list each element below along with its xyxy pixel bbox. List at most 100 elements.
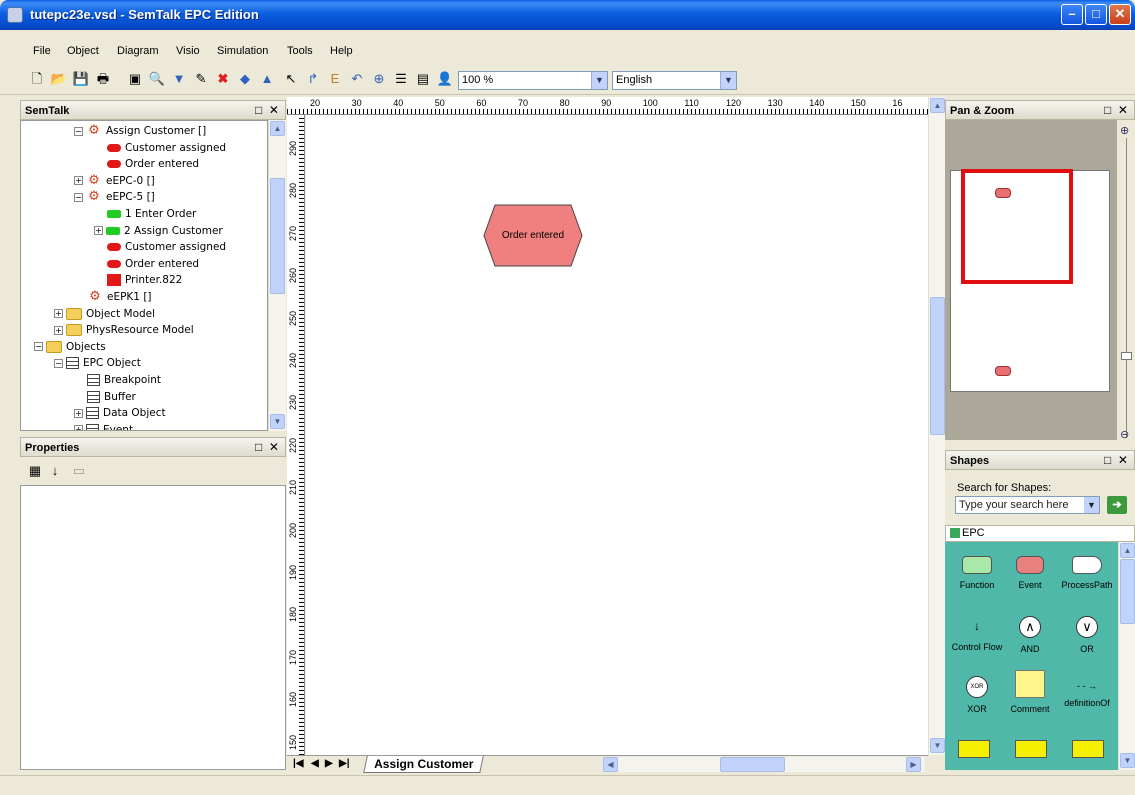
close-button[interactable]: ✕: [1109, 4, 1131, 25]
last-page-icon[interactable]: ▶|: [339, 758, 350, 769]
new-icon[interactable]: 🗋: [28, 70, 46, 88]
zoom-out-icon[interactable]: ⊖: [1120, 428, 1129, 441]
align-icon[interactable]: ☰: [392, 70, 410, 88]
collapse-icon[interactable]: −: [34, 342, 43, 352]
scroll-thumb[interactable]: [1120, 559, 1135, 624]
menu-help[interactable]: Help: [330, 45, 353, 57]
drawing-canvas[interactable]: Order entered: [306, 115, 928, 755]
property-pages-icon[interactable]: ▭: [70, 462, 88, 480]
scroll-right-icon[interactable]: ▶: [906, 757, 921, 772]
tree-item[interactable]: 1 Enter Order: [107, 206, 196, 222]
previous-page-icon[interactable]: ◀: [311, 758, 319, 769]
tree-item[interactable]: Customer assigned: [107, 140, 226, 156]
expand-icon[interactable]: +: [94, 226, 103, 236]
tree-item[interactable]: + Event: [74, 422, 133, 430]
scroll-up-icon[interactable]: ▲: [930, 98, 945, 113]
categorized-icon[interactable]: ▦: [26, 462, 44, 480]
next-page-icon[interactable]: ▶: [325, 758, 333, 769]
tree-item[interactable]: + Object Model: [54, 306, 155, 322]
tree-item[interactable]: Customer assigned: [107, 239, 226, 255]
print-icon[interactable]: 🖶: [94, 70, 112, 88]
language-combo[interactable]: English ▼: [612, 71, 737, 90]
zoom-tool-icon[interactable]: ⊕: [370, 70, 388, 88]
tree-item[interactable]: + ⚙ eEPC-0 []: [74, 173, 155, 189]
expand-icon[interactable]: +: [74, 408, 83, 418]
collapse-icon[interactable]: −: [74, 126, 83, 136]
tree-item[interactable]: ⚙ eEPK1 []: [87, 289, 151, 305]
expand-icon[interactable]: +: [54, 309, 63, 319]
collapse-icon[interactable]: −: [54, 358, 63, 368]
scroll-up-icon[interactable]: ▲: [270, 121, 285, 136]
tree-item[interactable]: − Objects: [34, 339, 106, 355]
save-icon[interactable]: 💾: [72, 70, 90, 88]
model-tree[interactable]: − ⚙ Assign Customer [] Customer assigned Ord…: [20, 120, 268, 431]
delete-icon[interactable]: ✖: [214, 70, 232, 88]
scroll-thumb[interactable]: [720, 757, 785, 772]
tree-item[interactable]: Breakpoint: [87, 372, 161, 388]
collapse-icon[interactable]: −: [74, 192, 83, 202]
move-down-icon[interactable]: ◆: [236, 70, 254, 88]
tree-item[interactable]: − ⚙ eEPC-5 []: [74, 189, 155, 205]
canvas-horizontal-scrollbar[interactable]: ◀ ▶: [603, 757, 925, 772]
master-comment[interactable]: Comment: [1001, 670, 1059, 714]
connector-icon[interactable]: ↱: [304, 70, 322, 88]
menu-visio[interactable]: Visio: [176, 45, 200, 57]
title-bar[interactable]: tutepc23e.vsd - SemTalk EPC Edition – □ …: [0, 0, 1135, 30]
master-yellow-1[interactable]: [958, 740, 990, 758]
master-event[interactable]: Event: [1001, 556, 1059, 590]
master-and[interactable]: ∧ AND: [1001, 616, 1059, 654]
chevron-down-icon[interactable]: ▼: [591, 72, 607, 89]
page-tab-assign-customer[interactable]: Assign Customer: [363, 756, 485, 773]
zoom-thumb[interactable]: [1121, 352, 1132, 360]
expand-icon[interactable]: +: [74, 176, 83, 186]
scroll-left-icon[interactable]: ◀: [603, 757, 618, 772]
tree-item[interactable]: − EPC Object: [54, 355, 141, 371]
tree-scrollbar[interactable]: ▲ ▼: [268, 120, 286, 431]
zoom-combo[interactable]: 100 % ▼: [458, 71, 608, 90]
viewport-rectangle[interactable]: [961, 169, 1073, 284]
master-function[interactable]: Function: [948, 556, 1006, 590]
expand-icon[interactable]: +: [54, 325, 63, 335]
search-shapes-input[interactable]: Type your search here ▼: [955, 496, 1100, 514]
layout-icon[interactable]: ▤: [414, 70, 432, 88]
menu-tools[interactable]: Tools: [287, 45, 313, 57]
text-tool-icon[interactable]: E: [326, 70, 344, 88]
menu-file[interactable]: File: [33, 45, 51, 57]
panel-controls[interactable]: □ ✕: [255, 440, 279, 454]
zoom-in-icon[interactable]: ⊕: [1120, 124, 1129, 137]
undo-icon[interactable]: ↶: [348, 70, 366, 88]
edit-object-icon[interactable]: ✎: [192, 70, 210, 88]
tree-item[interactable]: Printer.822: [107, 272, 182, 288]
tree-item[interactable]: − ⚙ Assign Customer []: [74, 123, 206, 139]
stencil-tab-epc[interactable]: EPC: [945, 525, 1135, 542]
first-page-icon[interactable]: |◀: [293, 758, 304, 769]
tree-item[interactable]: Order entered: [107, 256, 199, 272]
stencil-scrollbar[interactable]: ▲ ▼: [1118, 542, 1135, 770]
maximize-button[interactable]: □: [1085, 4, 1107, 25]
scroll-down-icon[interactable]: ▼: [270, 414, 285, 429]
scroll-down-icon[interactable]: ▼: [1120, 753, 1135, 768]
search-go-icon[interactable]: ➔: [1107, 496, 1127, 514]
menu-object[interactable]: Object: [67, 45, 99, 57]
properties-icon[interactable]: ▣: [126, 70, 144, 88]
panel-controls[interactable]: □ ✕: [1104, 103, 1128, 117]
tree-item[interactable]: + Data Object: [74, 405, 166, 421]
chevron-down-icon[interactable]: ▼: [720, 72, 736, 89]
user-icon[interactable]: 👤: [436, 70, 454, 88]
sort-alpha-icon[interactable]: ↓: [46, 462, 64, 480]
move-up-icon[interactable]: ▲: [258, 70, 276, 88]
master-xor[interactable]: XOR XOR: [948, 676, 1006, 714]
master-or[interactable]: ∨ OR: [1058, 616, 1116, 654]
minimize-button[interactable]: –: [1061, 4, 1083, 25]
master-yellow-2[interactable]: [1015, 740, 1047, 758]
find-icon[interactable]: 🔍: [148, 70, 166, 88]
scroll-down-icon[interactable]: ▼: [930, 738, 945, 753]
master-yellow-3[interactable]: [1072, 740, 1104, 758]
tree-item[interactable]: +2 Assign Customer: [94, 223, 223, 239]
pan-zoom-preview[interactable]: [945, 120, 1117, 440]
scroll-thumb[interactable]: [930, 297, 945, 435]
open-icon[interactable]: 📂: [50, 70, 68, 88]
panel-controls[interactable]: □ ✕: [1104, 453, 1128, 467]
canvas-scrollbar[interactable]: ▲ ▼: [928, 97, 945, 755]
tree-item[interactable]: Buffer: [87, 389, 136, 405]
